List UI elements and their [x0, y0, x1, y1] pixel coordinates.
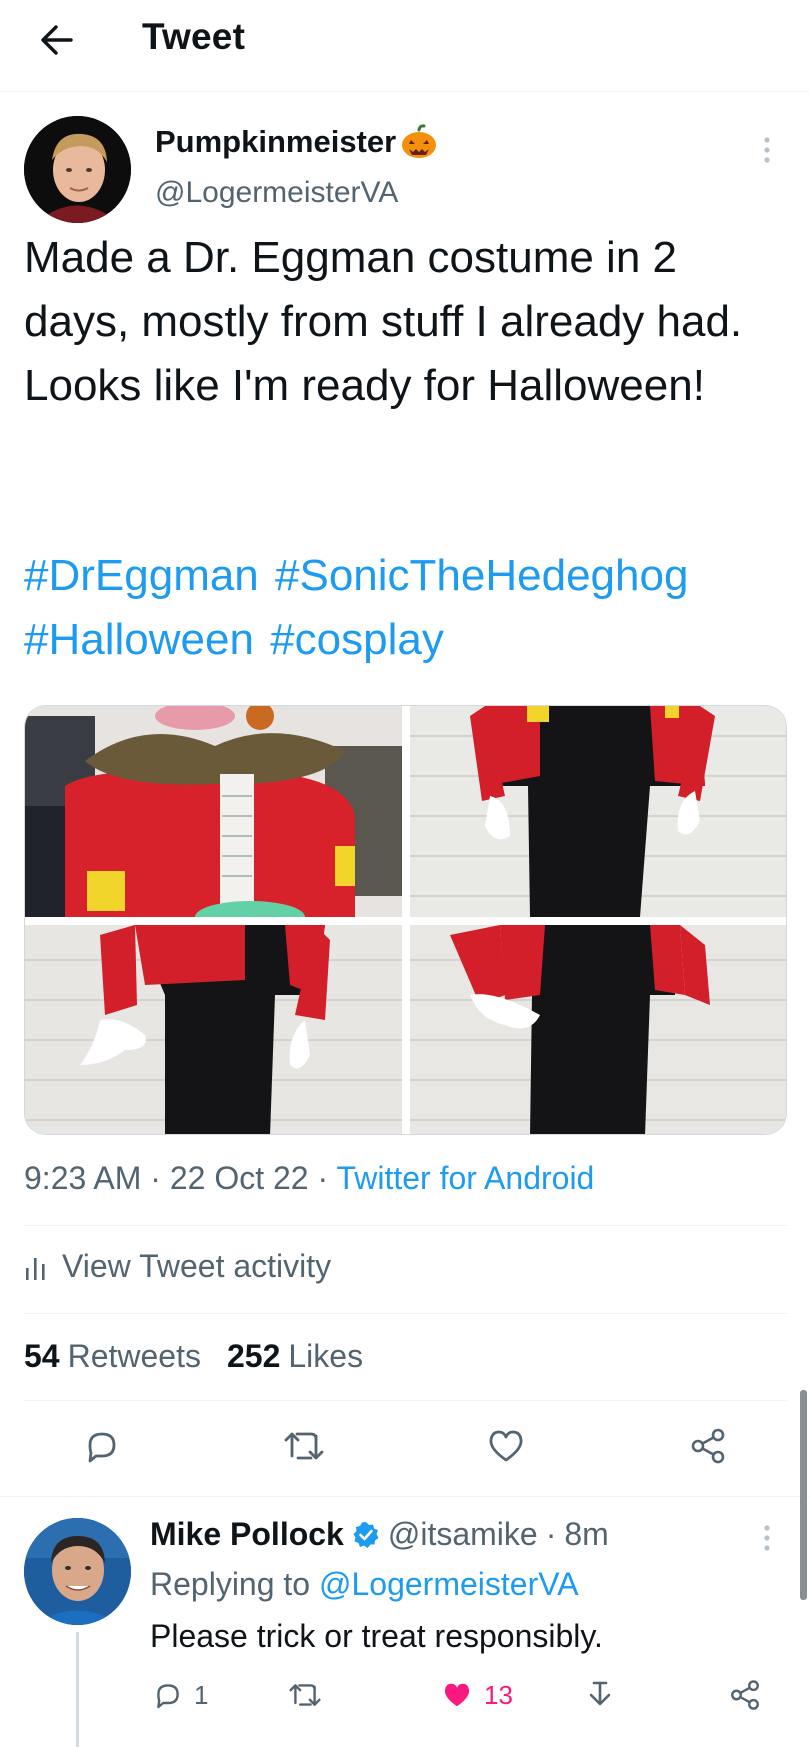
- reply-like-button[interactable]: 13: [440, 1672, 513, 1718]
- verified-badge-icon: [353, 1521, 379, 1548]
- replying-to: Replying to @LogermeisterVA: [150, 1566, 579, 1603]
- like-count: 13: [484, 1679, 513, 1710]
- arrow-down-icon: [589, 1681, 611, 1706]
- reply-author-handle[interactable]: @itsamike: [388, 1516, 538, 1553]
- reply-icon: [88, 1432, 116, 1463]
- share-icon: [731, 1680, 759, 1710]
- likes-label: Likes: [288, 1338, 364, 1374]
- replying-prefix: Replying to: [150, 1566, 311, 1602]
- reply-retweet-button[interactable]: [288, 1672, 322, 1718]
- tweet-stats: 54 Retweets 252 Likes: [24, 1338, 363, 1375]
- tweet-time[interactable]: 9:23 AM: [24, 1160, 141, 1196]
- retweet-icon: [289, 1684, 321, 1706]
- retweets-count: 54: [24, 1338, 60, 1374]
- more-options-button[interactable]: [752, 132, 782, 168]
- reply-icon: [157, 1684, 179, 1709]
- tweet-action-bar: [0, 1422, 809, 1478]
- reply-download-button[interactable]: [584, 1672, 616, 1718]
- jack-o-lantern-icon: [402, 124, 437, 158]
- likes-stat[interactable]: 252 Likes: [227, 1338, 363, 1375]
- tweet-text: Made a Dr. Eggman costume in 2 days, mos…: [24, 233, 743, 410]
- retweet-icon: [284, 1432, 324, 1460]
- tweet-photo[interactable]: [410, 706, 786, 917]
- tweet-media-grid: [24, 705, 787, 1135]
- tweet-photo[interactable]: [25, 925, 402, 1134]
- divider: [24, 1225, 787, 1226]
- meta-separator: ·: [317, 1160, 329, 1196]
- tweet-photo[interactable]: [25, 706, 402, 917]
- replying-to-link[interactable]: @LogermeisterVA: [319, 1566, 579, 1602]
- tweet-timestamp: 9:23 AM · 22 Oct 22 · Twitter for Androi…: [24, 1160, 594, 1197]
- reply-text: Please trick or treat responsibly.: [150, 1618, 603, 1654]
- more-vertical-icon: [764, 1525, 770, 1551]
- reply-action-bar: 1 13: [0, 1672, 809, 1718]
- hashtag-link[interactable]: #cosplay: [270, 615, 444, 664]
- hashtag-link[interactable]: #Halloween: [24, 615, 254, 664]
- reply-more-options-button[interactable]: [752, 1520, 782, 1556]
- reply-time[interactable]: 8m: [564, 1516, 608, 1553]
- top-bar: Tweet: [0, 0, 809, 92]
- view-tweet-activity-button[interactable]: View Tweet activity: [24, 1248, 331, 1285]
- reply-reply-button[interactable]: 1: [152, 1672, 208, 1718]
- scrollbar[interactable]: [800, 1390, 807, 1600]
- heart-filled-icon: [444, 1683, 470, 1707]
- page-title: Tweet: [142, 16, 246, 57]
- retweet-button[interactable]: [280, 1422, 328, 1470]
- author-name-text: Pumpkinmeister: [155, 124, 397, 159]
- reply-author-name[interactable]: Mike Pollock: [150, 1516, 344, 1553]
- back-button[interactable]: [34, 18, 78, 62]
- author-avatar[interactable]: [24, 116, 131, 223]
- tweet-date[interactable]: 22 Oct 22: [170, 1160, 309, 1196]
- tweet-photo[interactable]: [410, 925, 786, 1134]
- hashtag-link[interactable]: #SonicTheHedeghog: [275, 551, 688, 600]
- tweet-client-link[interactable]: Twitter for Android: [336, 1160, 594, 1196]
- reply-header: Mike Pollock @itsamike · 8m: [150, 1516, 609, 1553]
- share-button[interactable]: [684, 1422, 732, 1470]
- retweets-label: Retweets: [67, 1338, 201, 1374]
- reply-button[interactable]: [78, 1422, 126, 1470]
- share-icon: [691, 1428, 725, 1464]
- author-handle[interactable]: @LogermeisterVA: [155, 176, 398, 210]
- like-button[interactable]: [482, 1422, 530, 1470]
- meta-separator: ·: [150, 1160, 161, 1196]
- divider: [24, 1400, 787, 1401]
- bar-chart-icon: [26, 1257, 45, 1280]
- author-name[interactable]: Pumpkinmeister: [155, 124, 438, 160]
- reply-share-button[interactable]: [728, 1672, 762, 1718]
- likes-count: 252: [226, 1338, 281, 1374]
- arrow-left-icon: [41, 25, 73, 55]
- reply-author-avatar[interactable]: [24, 1518, 131, 1625]
- reply-count: 1: [194, 1679, 209, 1710]
- divider: [24, 1313, 787, 1314]
- more-vertical-icon: [764, 137, 770, 163]
- heart-icon: [489, 1430, 523, 1462]
- divider: [0, 1496, 809, 1497]
- meta-separator: ·: [545, 1516, 557, 1552]
- hashtag-link[interactable]: #DrEggman: [24, 551, 259, 600]
- activity-label: View Tweet activity: [62, 1248, 332, 1284]
- tweet-hashtags: #DrEggman #SonicTheHedeghog #Halloween #…: [24, 544, 794, 672]
- retweets-stat[interactable]: 54 Retweets: [24, 1338, 201, 1375]
